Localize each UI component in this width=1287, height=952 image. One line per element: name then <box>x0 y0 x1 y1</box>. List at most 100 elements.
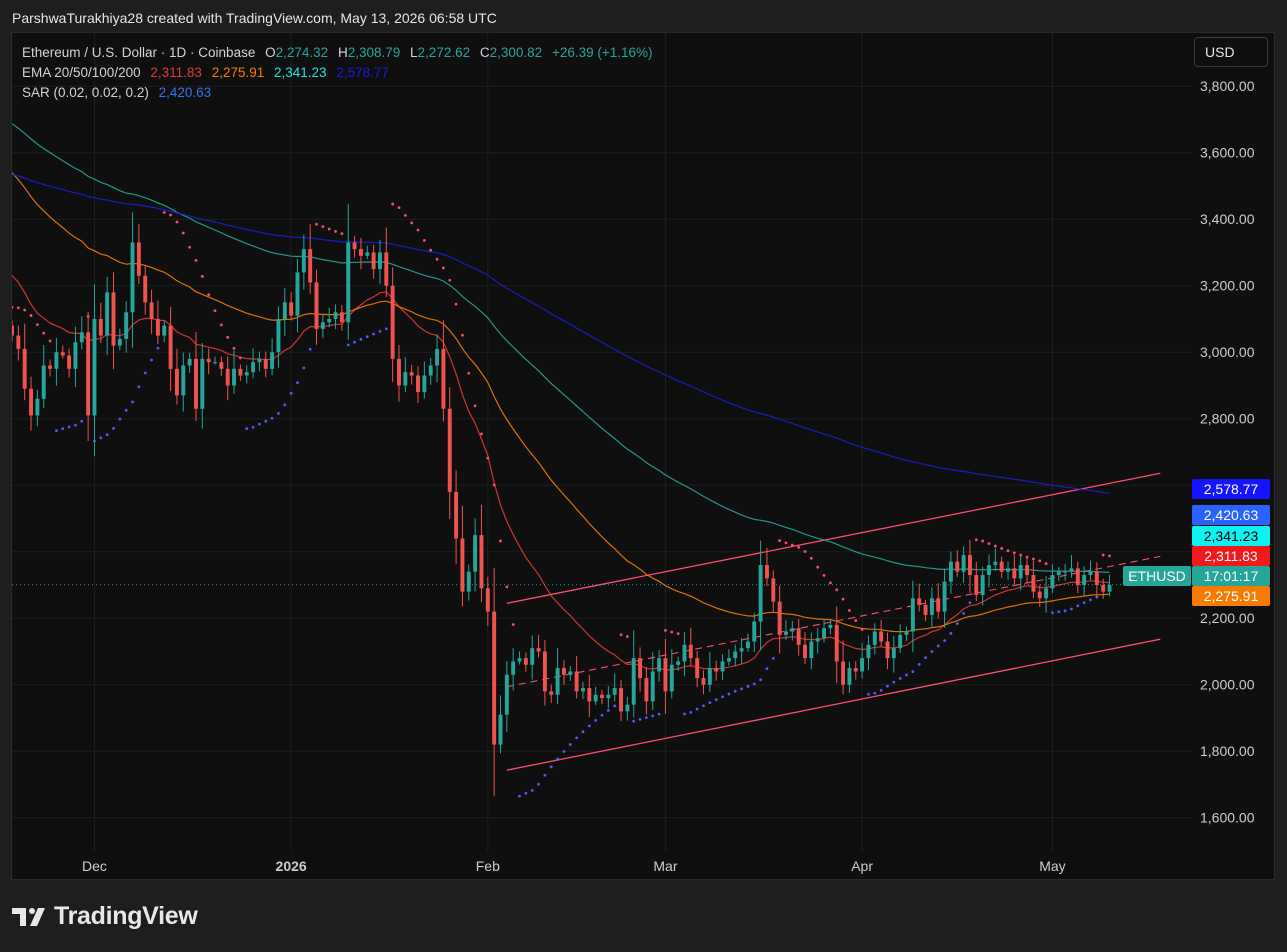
sar-dot <box>213 309 217 313</box>
candle-body <box>187 358 192 366</box>
sar-dot <box>1044 562 1048 565</box>
candle-body <box>669 664 674 692</box>
ema-price-tag: 2,341.23 <box>1204 528 1259 544</box>
candle-body <box>638 658 643 679</box>
y-tick-label: 1,600.00 <box>1200 810 1255 826</box>
sar-dot <box>645 716 648 719</box>
candle-body <box>625 704 630 712</box>
candle-body <box>12 325 14 336</box>
candle-body <box>917 598 922 605</box>
sar-dot <box>378 329 382 333</box>
candle-body <box>130 242 135 313</box>
candle-body <box>860 658 865 672</box>
sar-dot <box>968 601 972 604</box>
sar-dot <box>283 403 287 407</box>
candle-body <box>308 249 313 283</box>
x-tick-label: Mar <box>653 858 677 874</box>
ema-line <box>12 123 1110 573</box>
sar-dot <box>308 347 312 351</box>
sar-dot <box>955 622 959 626</box>
grid-lines <box>12 33 1192 851</box>
sar-dot <box>765 667 769 670</box>
candle-body <box>466 571 471 592</box>
sar-dot <box>632 719 636 723</box>
sar-dot <box>473 404 477 408</box>
sar-dot <box>169 213 173 217</box>
sar-dot <box>1000 547 1004 550</box>
sar-dot <box>118 417 122 421</box>
candle-body <box>124 312 129 339</box>
y-tick-label: 3,600.00 <box>1200 145 1255 161</box>
candle-body <box>701 678 706 685</box>
sar-dot <box>936 644 940 648</box>
candle-body <box>898 634 903 649</box>
candle-body <box>771 578 776 602</box>
sar-dot <box>403 214 407 217</box>
sar-dot <box>664 628 667 632</box>
sar-dot <box>651 714 655 718</box>
candle-body <box>232 368 237 386</box>
candle-body <box>263 358 268 369</box>
tradingview-logo-icon <box>12 907 45 926</box>
candle-body <box>796 628 801 645</box>
sar-dot <box>55 429 58 433</box>
sar-dot <box>435 257 439 261</box>
sar-dot <box>315 222 318 226</box>
candle-body <box>98 318 103 336</box>
sar-dot <box>854 619 858 622</box>
candle-body <box>853 668 858 672</box>
candle-body <box>504 674 509 715</box>
sar-dot <box>1057 610 1061 614</box>
candle-body <box>460 538 465 592</box>
sar-dot <box>689 710 693 714</box>
candle-body <box>784 631 788 635</box>
sar-dot <box>492 483 496 487</box>
candle-body <box>733 651 738 659</box>
chart-panel[interactable]: 1,600.001,800.002,000.002,200.002,400.00… <box>11 32 1275 880</box>
x-tick-label: May <box>1039 858 1065 874</box>
x-tick-label: Dec <box>82 858 107 874</box>
y-tick-label: 1,800.00 <box>1200 743 1255 759</box>
candle-body <box>225 368 230 386</box>
sar-dot <box>816 565 820 569</box>
candle-body <box>320 322 325 329</box>
candle-body <box>841 661 846 685</box>
sar-dot <box>879 688 883 692</box>
sar-dot <box>537 782 540 786</box>
candle-body <box>1018 565 1023 579</box>
candle-body <box>948 561 953 582</box>
currency-button[interactable]: USD <box>1194 37 1268 67</box>
ema-price-tag: 2,578.77 <box>1204 481 1259 497</box>
sar-dot <box>530 789 534 792</box>
candle-body <box>162 325 167 336</box>
candle-body <box>936 598 941 612</box>
sar-dot <box>886 684 889 688</box>
sar-dot <box>543 773 547 777</box>
sar-dot <box>365 335 369 339</box>
sar-dot <box>841 597 845 601</box>
sar-dot <box>1108 554 1111 558</box>
candle-body <box>739 648 744 652</box>
candle-body <box>1044 588 1049 599</box>
candle-body <box>416 375 420 393</box>
sar-dot <box>1070 607 1073 611</box>
sar-dot <box>822 573 826 577</box>
candle-body <box>726 658 731 662</box>
candle-body <box>409 372 414 376</box>
sar-dot <box>461 333 464 337</box>
sar-dot <box>162 210 166 214</box>
price-chart[interactable]: 1,600.001,800.002,000.002,200.002,400.00… <box>12 33 1274 879</box>
candle-body <box>561 668 566 675</box>
sar-dot <box>61 427 65 431</box>
sar-dot <box>511 623 515 626</box>
candle-body <box>1088 571 1093 576</box>
sar-dot <box>226 335 230 339</box>
candle-body <box>333 312 338 319</box>
candle-body <box>745 641 750 649</box>
candle-body <box>815 638 820 642</box>
candle-body <box>910 598 915 632</box>
sar-dot <box>74 423 77 427</box>
candle-body <box>650 671 655 702</box>
sar-dot <box>587 724 591 728</box>
sar-dot <box>454 302 458 306</box>
